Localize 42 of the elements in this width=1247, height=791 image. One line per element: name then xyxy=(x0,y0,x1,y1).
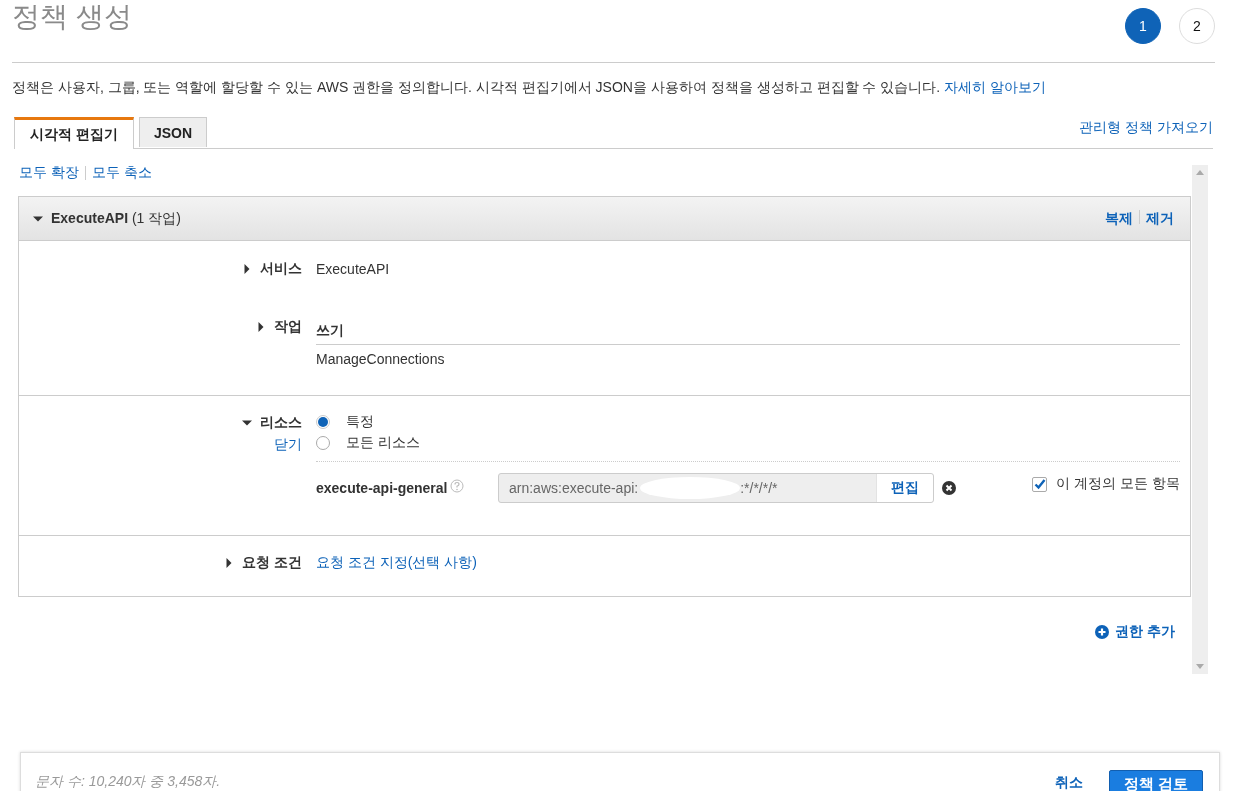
action-group: 쓰기 xyxy=(316,322,1180,345)
radio-button[interactable] xyxy=(316,415,330,429)
action-label: 작업 xyxy=(274,318,302,336)
service-value: ExecuteAPI xyxy=(316,261,391,278)
remove-link[interactable]: 제거 xyxy=(1146,209,1174,228)
editor-tab[interactable]: 시각적 편집기 xyxy=(14,117,134,149)
collapse-all-link[interactable]: 모두 축소 xyxy=(91,164,152,182)
expand-all-link[interactable]: 모두 확장 xyxy=(19,164,79,182)
clone-link[interactable]: 복제 xyxy=(1105,209,1133,228)
add-icon[interactable] xyxy=(1095,625,1110,639)
conditions-link[interactable]: 요청 조건 지정(선택 사항) xyxy=(316,554,477,570)
caret-right-icon[interactable] xyxy=(256,322,266,332)
cancel-link[interactable]: 취소 xyxy=(1054,774,1083,791)
resource-name: execute-api-general xyxy=(316,480,449,496)
add-permission-link[interactable]: 권한 추가 xyxy=(1115,623,1175,641)
service-label: 서비스 xyxy=(260,260,302,278)
editor-tab[interactable]: JSON xyxy=(138,117,207,147)
conditions-label: 요청 조건 xyxy=(242,554,302,572)
radio-label: 모든 리소스 xyxy=(346,434,420,452)
close-link[interactable]: 닫기 xyxy=(274,436,302,454)
resource-label: 리소스 xyxy=(260,414,302,432)
arn-prefix: arn:aws:execute-api: xyxy=(509,480,639,496)
service-heading: ExecuteAPI (1 작업) xyxy=(51,209,181,228)
learn-more-link[interactable]: 자세히 알아보기 xyxy=(944,79,1046,95)
review-policy-button[interactable]: 정책 검토 xyxy=(1108,770,1203,791)
checkbox[interactable] xyxy=(1032,476,1048,492)
step-indicator[interactable]: 1 xyxy=(1125,8,1161,44)
step-indicator[interactable]: 2 xyxy=(1179,8,1215,44)
action-value: ManageConnections xyxy=(316,351,446,367)
caret-down-icon[interactable] xyxy=(242,418,252,428)
character-count: 문자 수: 10,240자 중 3,458자. xyxy=(35,773,221,791)
arn-suffix: :*/*/*/* xyxy=(740,480,778,496)
arn-field[interactable]: arn:aws:execute-api: :*/*/*/* 편집 xyxy=(498,473,934,503)
caret-right-icon[interactable] xyxy=(242,264,252,274)
import-policy-link[interactable]: 관리형 정책 가져오기 xyxy=(1079,119,1213,137)
radio-button[interactable] xyxy=(316,436,330,450)
page-title: 정책 생성 xyxy=(12,0,132,34)
close-icon[interactable] xyxy=(942,481,956,495)
radio-label: 특정 xyxy=(346,413,374,431)
checkbox-label: 이 계정의 모든 항목 xyxy=(1056,475,1180,493)
edit-button[interactable]: 편집 xyxy=(876,474,933,502)
description-text: 정책은 사용자, 그룹, 또는 역할에 할당할 수 있는 AWS 권한을 정의합니다. 시각적 편집기에서 JSON을 사용하여 정책을 생성하고 편집할 수 있습니다. 자세히 알아보기 xyxy=(12,79,1047,97)
